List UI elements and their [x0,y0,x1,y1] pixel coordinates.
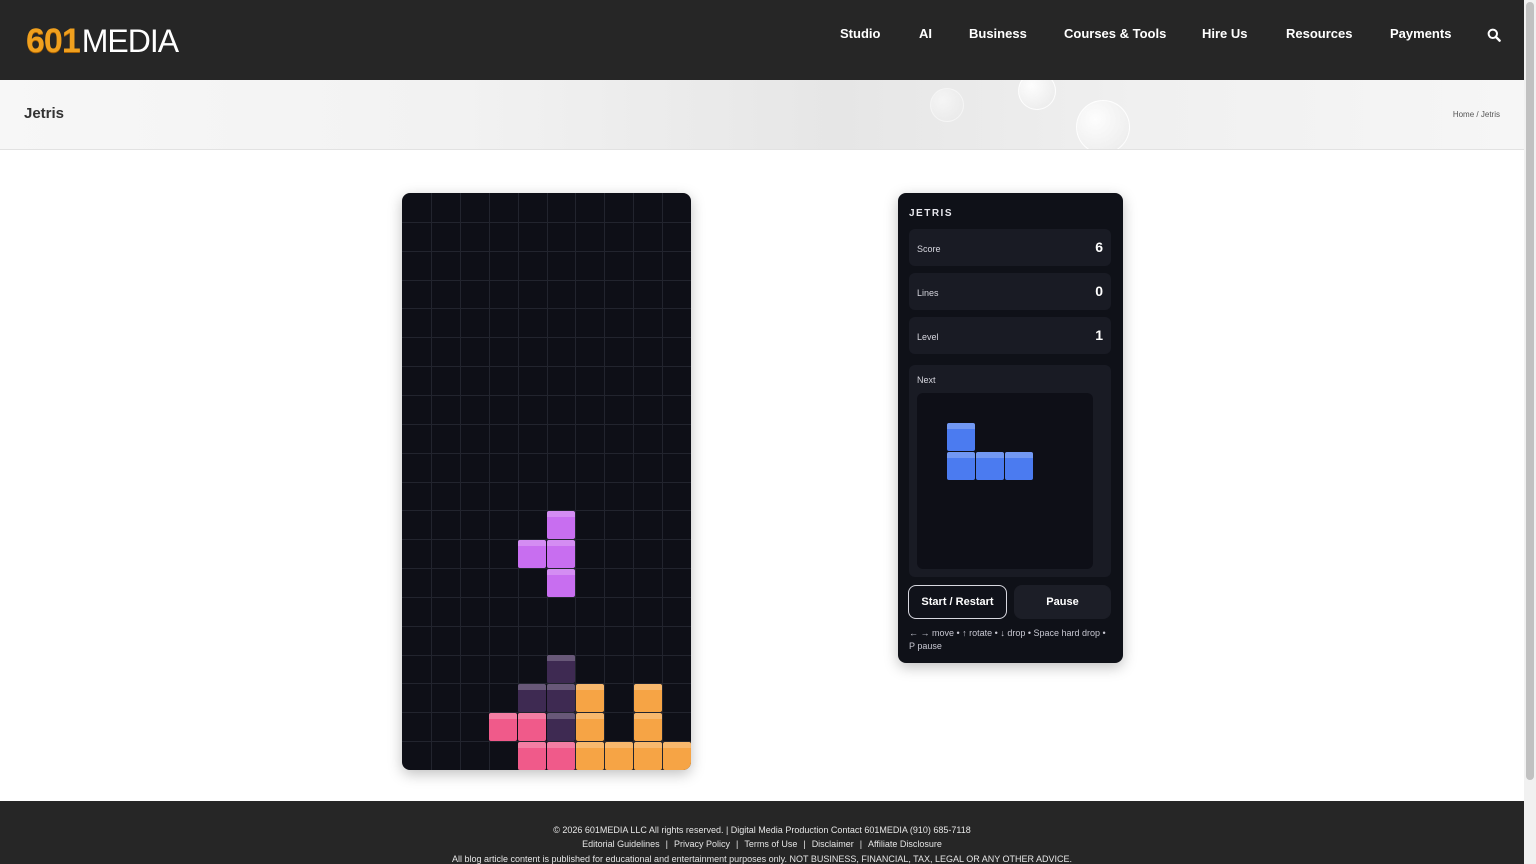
grid-line [402,337,691,338]
breadcrumb-home-link[interactable]: Home [1453,110,1474,119]
footer-separator: | [665,839,668,849]
score-stat: Score 6 [909,229,1111,266]
footer-link-affiliate-disclosure[interactable]: Affiliate Disclosure [868,839,942,849]
locked-block [489,713,517,741]
ghost-block [518,684,546,712]
next-piece-block [976,452,1004,480]
nav-item-hire-us[interactable]: Hire Us [1202,26,1248,41]
next-piece-block [947,423,975,451]
decor-bubble [930,88,964,122]
nav-item-courses-tools[interactable]: Courses & Tools [1064,26,1166,41]
panel-title: JETRIS [909,208,954,219]
game-panel: JETRIS Score 6 Lines 0 Level 1 Next Star… [898,193,1123,663]
footer-link-editorial-guidelines[interactable]: Editorial Guidelines [582,839,660,849]
footer-separator: | [803,839,806,849]
grid-line [402,424,691,425]
nav-item-business[interactable]: Business [969,26,1027,41]
grid-line [402,280,691,281]
next-piece-box: Next [909,365,1111,577]
game-board[interactable] [402,193,691,770]
locked-block [576,742,604,770]
ghost-block [547,684,575,712]
breadcrumb: Home / Jetris [1453,110,1500,119]
lines-stat: Lines 0 [909,273,1111,310]
scrollbar-thumb[interactable] [1526,2,1534,780]
footer-links: Editorial Guidelines | Privacy Policy | Term… [0,839,1524,849]
breadcrumb-separator: / [1476,110,1479,119]
grid-line [402,251,691,252]
locked-block [518,742,546,770]
score-value: 6 [1095,239,1103,255]
footer-link-terms-of-use[interactable]: Terms of Use [744,839,797,849]
locked-block [518,713,546,741]
locked-block [634,684,662,712]
start-restart-button[interactable]: Start / Restart [908,585,1007,619]
breadcrumb-current: Jetris [1480,110,1500,119]
grid-line [402,626,691,627]
site-footer: © 2026 601MEDIA LLC All rights reserved.… [0,801,1524,864]
page-title: Jetris [24,105,65,122]
active-block [518,540,546,568]
grid-line [402,597,691,598]
footer-link-disclaimer[interactable]: Disclaimer [812,839,854,849]
next-piece-block [947,452,975,480]
footer-disclaimer: All blog article content is published fo… [451,854,1073,864]
page-scrollbar[interactable] [1524,0,1536,864]
locked-block [576,684,604,712]
active-block [547,569,575,597]
footer-separator: | [735,839,739,849]
page-title-bar: Jetris Home / Jetris [0,80,1524,150]
grid-line [402,395,691,396]
active-block [547,511,575,539]
nav-item-payments[interactable]: Payments [1390,26,1451,41]
locked-block [663,742,691,770]
locked-block [576,713,604,741]
ghost-block [547,655,575,683]
locked-block [634,713,662,741]
next-label: Next [917,375,936,385]
main-nav: Studio AI Business Courses & Tools Hire … [0,26,1524,44]
lines-label: Lines [917,288,939,298]
nav-item-ai[interactable]: AI [919,26,932,41]
active-block [547,540,575,568]
next-piece-preview [917,393,1093,569]
locked-block [547,742,575,770]
grid-line [402,482,691,483]
grid-line [402,222,691,223]
controls-help-text: ← → move • ↑ rotate • ↓ drop • Space har… [909,628,1106,651]
site-header: 601 MEDIA Studio AI Business Courses & T… [0,0,1524,80]
level-label: Level [917,332,939,342]
score-label: Score [917,244,941,254]
locked-block [634,742,662,770]
decor-bubble [1076,100,1130,149]
grid-line [402,453,691,454]
level-stat: Level 1 [909,317,1111,354]
grid-line [402,308,691,309]
decor-bubble [1018,80,1056,110]
nav-item-studio[interactable]: Studio [840,26,880,41]
next-piece-block [1005,452,1033,480]
locked-block [605,742,633,770]
pause-button[interactable]: Pause [1014,585,1111,619]
nav-item-resources[interactable]: Resources [1286,26,1352,41]
level-value: 1 [1095,327,1103,343]
footer-copyright: © 2026 601MEDIA LLC All rights reserved.… [553,825,971,835]
footer-link-privacy-policy[interactable]: Privacy Policy [674,839,730,849]
search-icon[interactable] [1487,28,1501,42]
grid-line [402,366,691,367]
lines-value: 0 [1095,283,1103,299]
footer-separator: | [859,839,863,849]
ghost-block [547,713,575,741]
